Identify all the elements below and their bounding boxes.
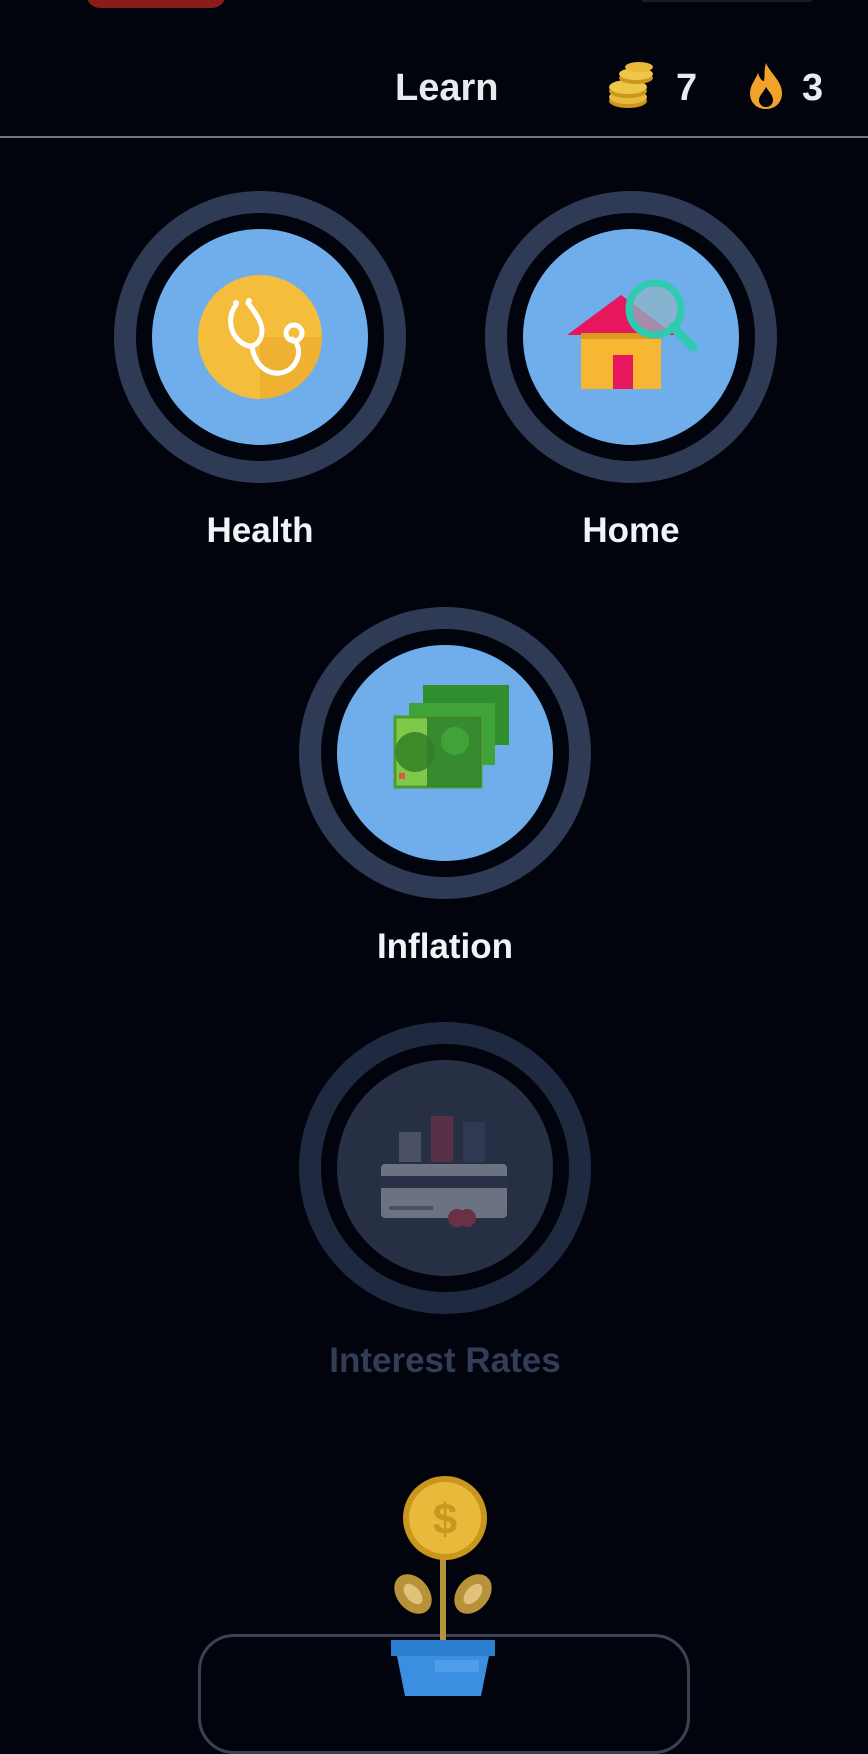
coins-icon (606, 61, 656, 116)
lesson-label-health: Health (206, 511, 314, 550)
money-stack-icon (393, 685, 509, 789)
coins-count: 7 (676, 66, 698, 109)
house-search-icon (567, 279, 698, 389)
money-plant-icon: $ (391, 1476, 495, 1696)
lesson-disc (152, 229, 368, 445)
lesson-disc (337, 645, 553, 861)
lesson-disc (523, 229, 739, 445)
lesson-disc (337, 1060, 553, 1276)
streak-count: 3 (802, 66, 824, 109)
page-title: Learn (395, 67, 499, 109)
coins-counter[interactable]: 7 (606, 60, 697, 116)
lesson-node-health[interactable] (114, 191, 406, 483)
lesson-node-inflation[interactable] (299, 607, 591, 899)
flame-icon (748, 61, 784, 116)
top-bar: Learn 7 3 (0, 0, 868, 138)
lesson-label-interest-rates: Interest Rates (329, 1341, 561, 1380)
lesson-label-inflation: Inflation (376, 927, 514, 966)
lesson-node-home[interactable] (485, 191, 777, 483)
credit-card-chart-icon (381, 1116, 507, 1227)
stethoscope-icon (198, 275, 322, 399)
lesson-node-interest-rates[interactable] (299, 1022, 591, 1314)
svg-text:$: $ (433, 1495, 457, 1544)
streak-counter[interactable]: 3 (748, 60, 823, 116)
lesson-label-home: Home (582, 511, 680, 550)
